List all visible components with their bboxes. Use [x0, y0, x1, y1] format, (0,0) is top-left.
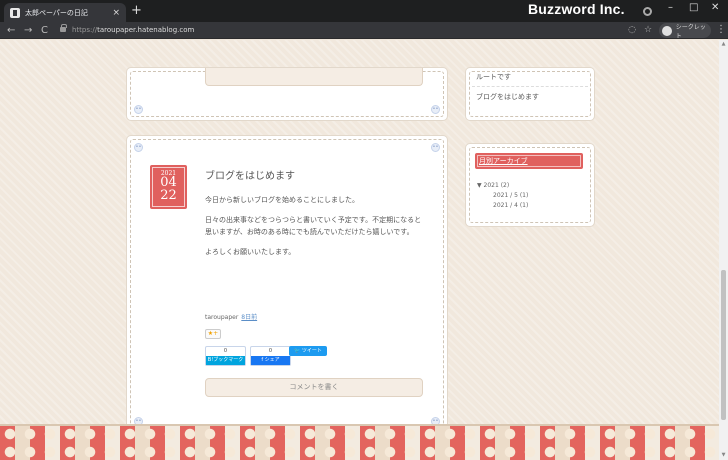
tab-close-icon[interactable]: × [112, 8, 120, 18]
recent-entries-module: ルートです ブログをはじめます [466, 68, 594, 120]
article-card: •• •• •• •• 2021 04 22 ブログをはじめます 今日から新しい… [127, 136, 447, 432]
facebook-share-button[interactable]: 0 f シェア [250, 346, 291, 366]
reload-button[interactable]: C [41, 23, 48, 38]
write-comment-button[interactable]: コメントを書く [205, 378, 423, 397]
date-badge[interactable]: 2021 04 22 [150, 165, 187, 209]
brand-watermark: Buzzword Inc. [528, 1, 625, 17]
maximize-button[interactable]: □ [689, 2, 698, 13]
recent-entry-link[interactable]: ブログをはじめます [476, 92, 539, 102]
star-icon[interactable]: ☆ [643, 25, 653, 35]
archive-module: 月別アーカイブ ▼ 2021 (2) 2021 / 5 (1) 2021 / 4… [466, 144, 594, 226]
browser-titlebar: 太郎ペーパーの日記 × + Buzzword Inc. – □ ✕ [0, 0, 728, 22]
bookmark-label: B!ブックマーク [206, 356, 245, 365]
facebook-label: f シェア [251, 356, 290, 365]
incognito-icon [662, 25, 672, 36]
archive-month-link[interactable]: 2021 / 4 (1) [493, 202, 528, 209]
corner-icon: •• [431, 143, 440, 152]
incognito-label: シークレット [675, 23, 706, 40]
previous-article-card: •• •• [127, 68, 447, 120]
eye-off-icon[interactable]: ◌ [627, 25, 637, 35]
corner-icon: •• [134, 143, 143, 152]
previous-comment-button[interactable] [205, 68, 423, 86]
date-month: 04 [160, 175, 177, 190]
incognito-badge[interactable]: シークレット [659, 23, 711, 40]
tab-title: 太郎ペーパーの日記 [25, 8, 88, 17]
author-name[interactable]: taroupaper [205, 314, 238, 321]
archive-month-link[interactable]: 2021 / 5 (1) [493, 192, 528, 199]
browser-toolbar: ← → C https://taroupaper.hatenablog.com … [0, 22, 728, 40]
bird-icon: 🐦 [294, 348, 301, 354]
time-ago-link[interactable]: 8日前 [241, 314, 257, 321]
archive-heading[interactable]: 月別アーカイブ [475, 153, 583, 169]
minimize-button[interactable]: – [668, 2, 673, 13]
record-icon [643, 7, 652, 16]
favicon-icon [10, 7, 20, 18]
article-title[interactable]: ブログをはじめます [205, 167, 295, 182]
article-body: 今日から新しいブログを始めることにしました。 日々の出来事などをつらつらと書いて… [205, 194, 425, 266]
article-paragraph: 日々の出来事などをつらつらと書いていく予定です。不定期になると思いますが、お時の… [205, 216, 422, 236]
recent-entry-link[interactable]: ルートです [476, 72, 511, 82]
lock-icon [60, 24, 67, 32]
address-bar[interactable]: https://taroupaper.hatenablog.com [72, 24, 194, 37]
scrollbar-thumb[interactable] [721, 270, 726, 420]
bookmark-count: 0 [223, 348, 228, 354]
scroll-down-icon[interactable]: ▼ [720, 452, 727, 459]
close-window-button[interactable]: ✕ [711, 2, 719, 13]
url-host: taroupaper.hatenablog.com [97, 26, 195, 34]
facebook-count: 0 [268, 348, 273, 354]
back-button[interactable]: ← [7, 23, 15, 38]
date-year: 2021 [160, 170, 177, 177]
article-paragraph: 今日から新しいブログを始めることにしました。 [205, 196, 359, 204]
tweet-label: ツイート [301, 348, 322, 354]
corner-icon: •• [431, 105, 440, 114]
add-star-button[interactable]: ★+ [205, 329, 221, 339]
article-meta: taroupaper 8日前 [205, 312, 257, 321]
article-paragraph: よろしくお願いいたします。 [205, 248, 296, 256]
url-scheme: https:// [72, 26, 98, 34]
new-tab-button[interactable]: + [131, 3, 142, 19]
hatena-bookmark-button[interactable]: 0 B!ブックマーク [205, 346, 246, 366]
footer-pattern [0, 424, 719, 460]
browser-tab[interactable]: 太郎ペーパーの日記 × [4, 3, 126, 22]
archive-year-toggle[interactable]: ▼ 2021 (2) [477, 182, 509, 189]
blog-page: •• •• •• •• •• •• 2021 04 22 ブログをはじめます 今… [0, 40, 719, 460]
tweet-button[interactable]: 🐦 ツイート [289, 346, 327, 356]
corner-icon: •• [134, 105, 143, 114]
date-day: 22 [160, 188, 177, 203]
forward-button[interactable]: → [24, 23, 32, 38]
menu-icon[interactable]: ⋮ [716, 24, 726, 35]
scroll-up-icon[interactable]: ▲ [720, 41, 727, 48]
